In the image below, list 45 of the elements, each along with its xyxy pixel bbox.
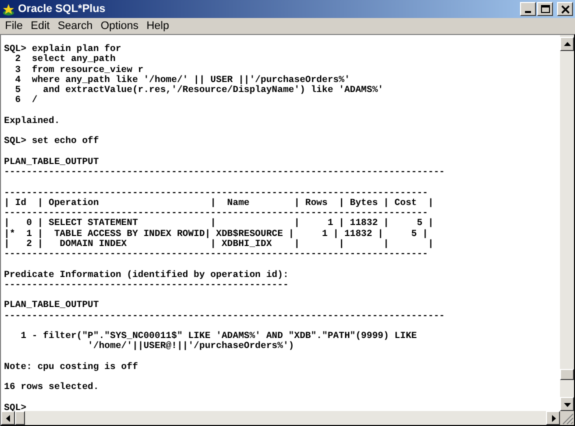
app-icon: [2, 2, 15, 16]
menu-item[interactable]: File: [1, 20, 27, 32]
console-line: 6 /: [14, 95, 38, 106]
menu-item[interactable]: Edit: [26, 20, 54, 32]
console-line: | 2 | DOMAIN INDEX | XDBHI_IDX | | | |: [4, 238, 434, 249]
minimize-icon: [525, 11, 531, 13]
scroll-down-button[interactable]: [560, 397, 574, 411]
console-line: Predicate Information (identified by operation id):: [4, 270, 289, 280]
console-line: ---------------------------------------------------: [4, 280, 289, 290]
console-line: 3 from resource_view r: [14, 64, 144, 75]
console-line: | Id | Operation | Name | Rows | Bytes | Cost |: [4, 198, 434, 208]
maximize-icon: [538, 3, 552, 15]
scroll-left-button[interactable]: [1, 411, 15, 425]
menu-item[interactable]: Help: [142, 20, 174, 32]
console-line: SQL> set echo off: [4, 136, 99, 146]
console-line: ----------------------------------------------------------------------------: [4, 188, 428, 198]
scroll-up-button[interactable]: [560, 37, 574, 51]
minimize-button[interactable]: [520, 2, 536, 16]
console-line: SQL> explain plan for: [4, 44, 122, 54]
menu-item[interactable]: Options: [96, 20, 142, 32]
scroll-thumb[interactable]: [15, 411, 25, 425]
scroll-right-button[interactable]: [546, 411, 560, 425]
console-line: PLAN_TABLE_OUTPUT: [4, 300, 99, 310]
menu-item[interactable]: Search: [54, 20, 97, 32]
console-line: |* 1 | TABLE ACCESS BY INDEX ROWID| XDB$RESOURCE | 1 | 11832 | 5 |: [4, 228, 428, 239]
console-line: -------------------------------------------------------------------------------: [4, 167, 445, 178]
window-title: Oracle SQL*Plus: [18, 4, 106, 14]
console-line: PLAN_TABLE_OUTPUT: [4, 156, 99, 167]
close-button[interactable]: [557, 2, 573, 16]
console-line: Explained.: [4, 116, 60, 126]
resize-grip-icon[interactable]: [560, 411, 574, 425]
console-line: 2 select any_path: [14, 54, 116, 64]
console-line: -------------------------------------------------------------------------------: [4, 310, 445, 321]
console-line: 4 where any_path like '/home/' || USER ||'/purchaseOrders%': [14, 74, 350, 85]
console-line: 16 rows selected.: [4, 382, 99, 392]
close-icon: [558, 3, 572, 15]
console-line: Note: cpu costing is off: [4, 362, 138, 372]
console-line: ----------------------------------------------------------------------------: [4, 208, 428, 218]
maximize-button[interactable]: [537, 2, 553, 16]
scroll-thumb[interactable]: [560, 369, 574, 380]
console-line: | 0 | SELECT STATEMENT | | 1 | 11832 | 5 |: [4, 218, 434, 228]
console-line: 5 and extractValue(r.res,'/Resource/DisplayName') like 'ADAMS%': [14, 85, 384, 95]
console-line: '/home/'||USER@!||'/purchaseOrders%'): [86, 341, 294, 352]
console-line: 1 - filter("P"."SYS_NC00011$" LIKE 'ADAMS%' AND "XDB"."PATH"(9999) LIKE: [20, 331, 417, 341]
console-line: ----------------------------------------------------------------------------: [4, 249, 428, 260]
